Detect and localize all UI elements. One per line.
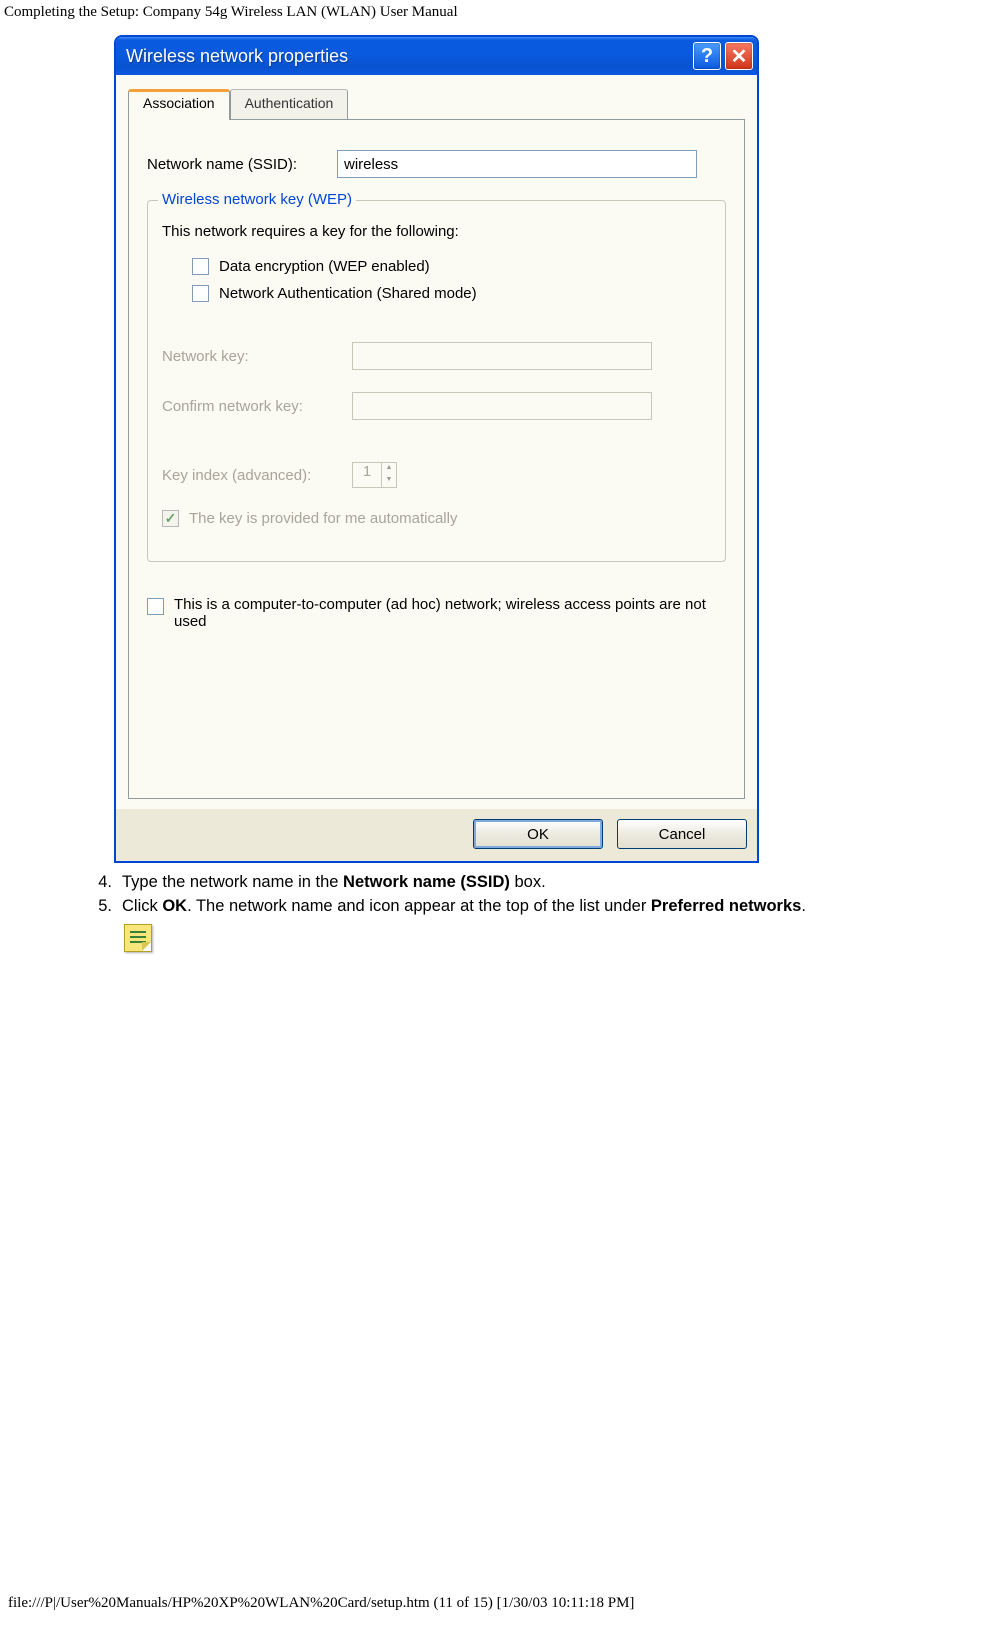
cb-net-auth-label: Network Authentication (Shared mode) (219, 285, 477, 302)
step-5: 5. Click OK. The network name and icon a… (84, 895, 982, 917)
step-5-text-e: . (801, 897, 806, 915)
cb-adhoc[interactable] (147, 598, 164, 615)
confirm-input (352, 392, 652, 420)
keyindex-value: 1 (352, 462, 382, 488)
cb-net-auth-row: Network Authentication (Shared mode) (192, 285, 711, 302)
spinner-up-icon: ▲ (382, 463, 396, 475)
tabs: Association Authentication (128, 89, 745, 119)
cb-adhoc-label: This is a computer-to-computer (ad hoc) … (174, 596, 726, 630)
wep-text: This network requires a key for the foll… (162, 223, 711, 240)
titlebar: Wireless network properties ? ✕ (116, 37, 757, 75)
step-5-bold-pref: Preferred networks (651, 897, 801, 915)
cb-autokey-row: The key is provided for me automatically (162, 510, 711, 527)
cb-adhoc-row: This is a computer-to-computer (ad hoc) … (147, 596, 726, 630)
dialog-screenshot: Wireless network properties ? ✕ Associat… (114, 35, 982, 863)
step-4-bold: Network name (SSID) (343, 873, 510, 891)
close-button[interactable]: ✕ (725, 42, 753, 70)
step-4: 4. Type the network name in the Network … (84, 871, 982, 893)
cb-autokey-label: The key is provided for me automatically (189, 510, 457, 527)
spinner-down-icon: ▼ (382, 475, 396, 487)
wep-legend: Wireless network key (WEP) (158, 191, 356, 208)
note-icon-wrap (124, 924, 982, 952)
ssid-input[interactable] (337, 150, 697, 178)
step-5-text-c: . The network name and icon appear at th… (187, 897, 651, 915)
confirm-label: Confirm network key: (162, 398, 352, 415)
tab-authentication[interactable]: Authentication (230, 89, 349, 119)
instruction-steps: 4. Type the network name in the Network … (84, 871, 982, 918)
keyindex-label: Key index (advanced): (162, 467, 352, 484)
tab-panel-association: Network name (SSID): Wireless network ke… (128, 119, 745, 799)
cb-data-encryption-row: Data encryption (WEP enabled) (192, 258, 711, 275)
window-title: Wireless network properties (126, 46, 689, 67)
tab-association[interactable]: Association (128, 89, 230, 120)
step-4-num: 4. (84, 871, 112, 893)
step-5-bold-ok: OK (162, 897, 187, 915)
step-4-text-a: Type the network name in the (122, 873, 343, 891)
cb-data-encryption-label: Data encryption (WEP enabled) (219, 258, 430, 275)
step-4-text-c: box. (510, 873, 546, 891)
keyindex-spinner: 1 ▲ ▼ (352, 462, 397, 488)
cancel-button[interactable]: Cancel (617, 819, 747, 849)
wep-groupbox: Wireless network key (WEP) This network … (147, 200, 726, 562)
ssid-label: Network name (SSID): (147, 156, 337, 173)
cb-data-encryption[interactable] (192, 258, 209, 275)
step-5-text-a: Click (122, 897, 162, 915)
wireless-properties-window: Wireless network properties ? ✕ Associat… (114, 35, 759, 863)
netkey-label: Network key: (162, 348, 352, 365)
help-icon: ? (701, 45, 713, 68)
help-button[interactable]: ? (693, 42, 721, 70)
ok-button[interactable]: OK (473, 819, 603, 849)
note-icon (124, 924, 152, 952)
step-5-num: 5. (84, 895, 112, 917)
page-header: Completing the Setup: Company 54g Wirele… (4, 4, 982, 21)
cb-autokey (162, 510, 179, 527)
netkey-input (352, 342, 652, 370)
cb-net-auth[interactable] (192, 285, 209, 302)
close-icon: ✕ (731, 44, 748, 69)
page-footer: file:///P|/User%20Manuals/HP%20XP%20WLAN… (8, 1595, 634, 1612)
button-bar: OK Cancel (116, 809, 757, 861)
